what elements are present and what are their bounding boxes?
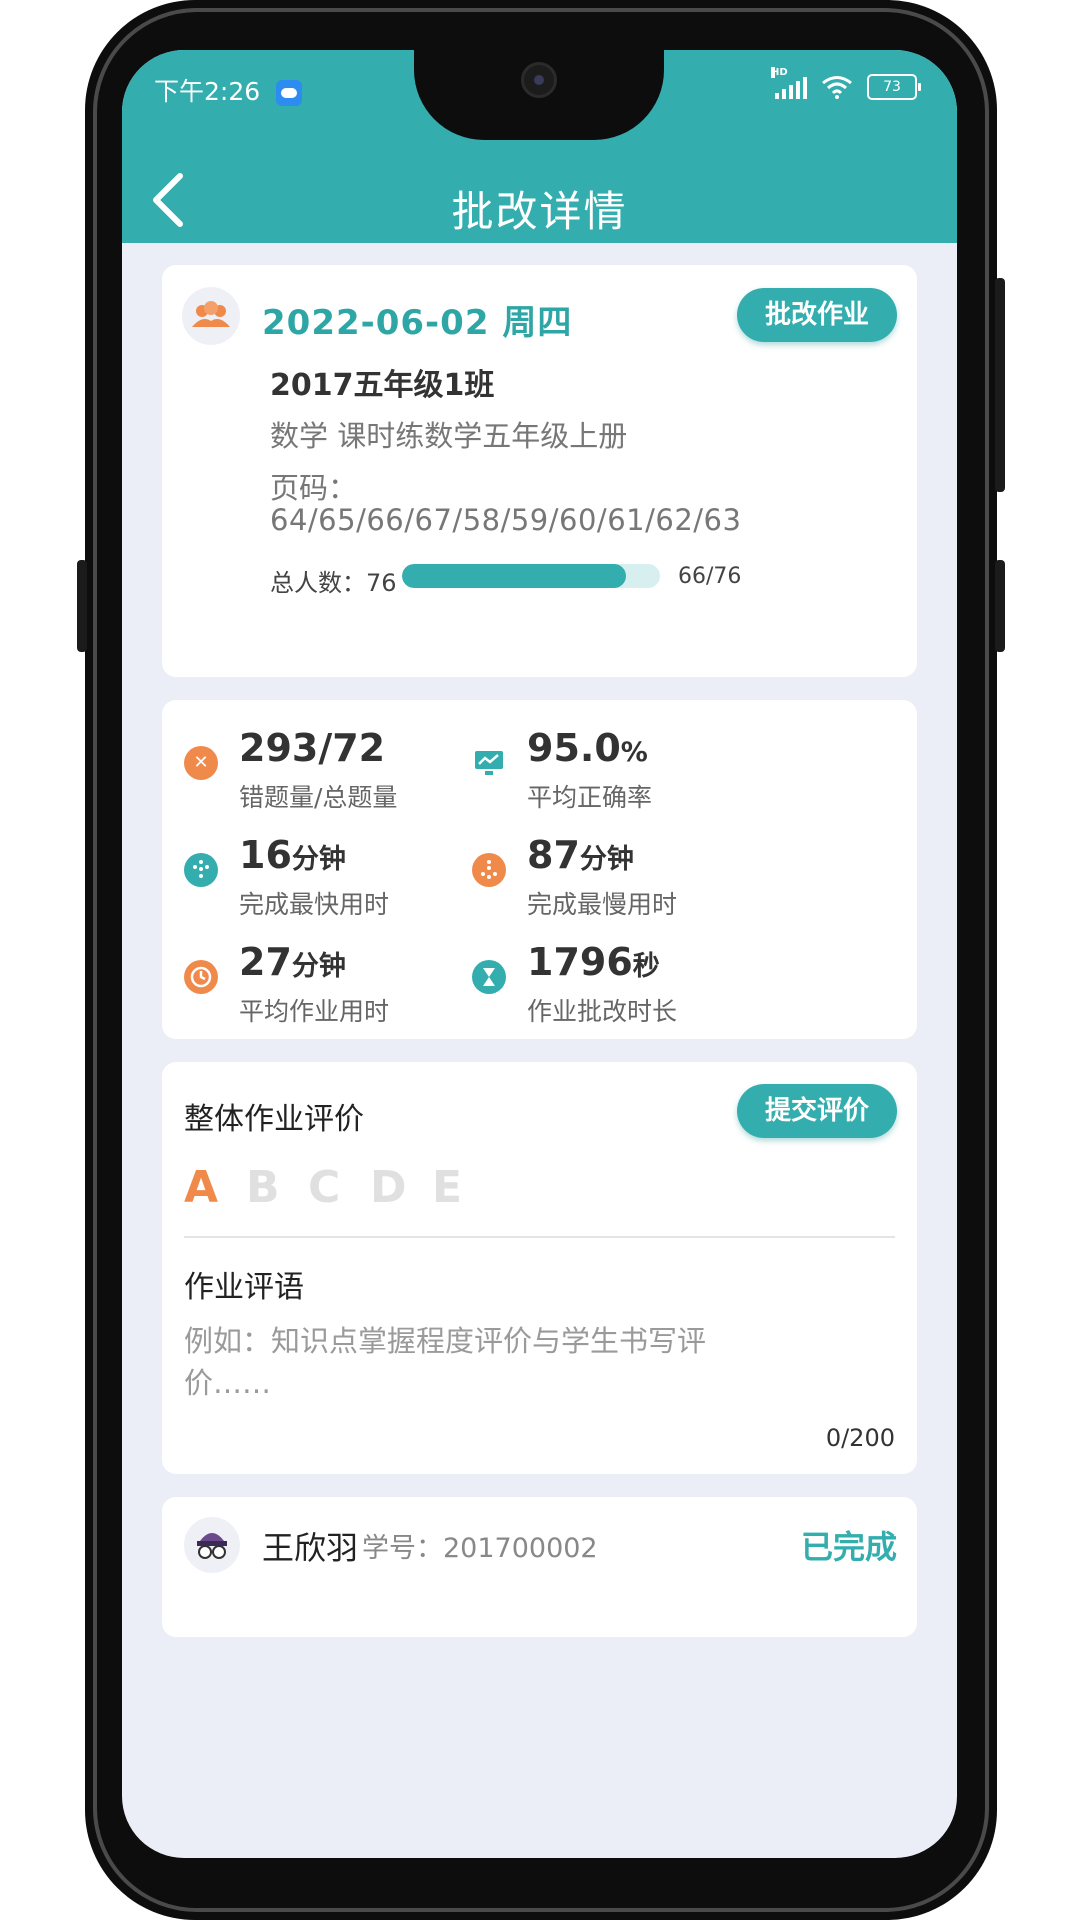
page-title: 批改详情 [451, 187, 628, 236]
pages-label: 页码： [270, 471, 358, 505]
divider [184, 1236, 895, 1238]
stat-value: 87分钟 [527, 833, 634, 877]
stat-label: 作业批改时长 [527, 997, 678, 1026]
grade-option-b[interactable]: B [246, 1162, 280, 1213]
stat-label: 完成最慢用时 [527, 890, 678, 919]
pages-value: 64/65/66/67/58/59/60/61/62/63 [270, 503, 742, 537]
status-icons: HD 73 [771, 67, 921, 100]
camera-icon [521, 62, 557, 98]
cloud-icon [276, 80, 303, 106]
comment-title: 作业评语 [184, 1270, 304, 1305]
stats-card: ✕ 293/72 错题量/总题量 95.0% 平均正确率 16分钟 完成最快用时… [162, 700, 917, 1039]
stat-value: 16分钟 [239, 833, 346, 877]
total-students-label: 总人数：76 [270, 569, 397, 597]
progress-text: 66/76 [678, 564, 742, 589]
grade-homework-button[interactable]: 批改作业 [737, 288, 897, 342]
status-time: 下午2:26 [154, 72, 303, 108]
class-group-icon [182, 287, 240, 345]
progress-fill [402, 564, 626, 588]
signal-icon: HD [771, 67, 807, 99]
grade-option-c[interactable]: C [308, 1162, 340, 1213]
wifi-icon [822, 76, 852, 99]
hourglass-icon [472, 960, 506, 994]
summary-card: 2022-06-02 周四 批改作业 2017五年级1班 数学 课时练数学五年级… [162, 265, 917, 677]
clock-icon [184, 960, 218, 994]
avatar [184, 1517, 240, 1573]
stat-label: 完成最快用时 [239, 890, 390, 919]
stat-label: 平均作业用时 [239, 997, 390, 1026]
battery-icon: 73 [867, 74, 921, 100]
volume-button [77, 560, 87, 652]
error-x-icon: ✕ [184, 746, 218, 780]
app-screen: 下午2:26 HD 73 批改详情 2022-06-02 周四 批改作业 201… [122, 50, 957, 1858]
side-key [995, 560, 1005, 652]
grade-option-d[interactable]: D [370, 1162, 407, 1213]
stat-value: 95.0% [527, 726, 648, 770]
stat-value: 293/72 [239, 726, 386, 770]
subject-text: 数学 课时练数学五年级上册 [270, 419, 628, 453]
monitor-chart-icon [472, 746, 506, 780]
fastest-icon [184, 853, 218, 887]
student-name: 王欣羽 [262, 1529, 359, 1567]
power-button [995, 278, 1005, 492]
date-text: 2022-06-02 周四 [262, 303, 573, 343]
stat-label: 平均正确率 [527, 783, 653, 812]
student-row[interactable]: 王欣羽 学号：201700002 已完成 [162, 1497, 917, 1637]
slowest-icon [472, 853, 506, 887]
completion-progress-bar [402, 564, 660, 588]
grade-selector: A B C D E [184, 1162, 464, 1213]
character-counter: 0/200 [825, 1424, 895, 1452]
camera-notch [414, 50, 664, 140]
grade-option-e[interactable]: E [432, 1162, 464, 1213]
comment-input[interactable]: 例如：知识点掌握程度评价与学生书写评价…… [184, 1320, 744, 1404]
stat-label: 错题量/总题量 [239, 783, 398, 812]
class-name: 2017五年级1班 [270, 368, 495, 403]
grade-option-a[interactable]: A [184, 1162, 218, 1213]
time-text: 下午2:26 [154, 77, 261, 106]
stat-value: 1796秒 [527, 940, 660, 984]
evaluation-card: 整体作业评价 提交评价 A B C D E 作业评语 例如：知识点掌握程度评价与… [162, 1062, 917, 1474]
submit-evaluation-button[interactable]: 提交评价 [737, 1084, 897, 1138]
status-badge: 已完成 [800, 1528, 897, 1566]
evaluation-title: 整体作业评价 [184, 1102, 364, 1137]
stat-value: 27分钟 [239, 940, 346, 984]
student-id: 学号：201700002 [362, 1533, 598, 1564]
